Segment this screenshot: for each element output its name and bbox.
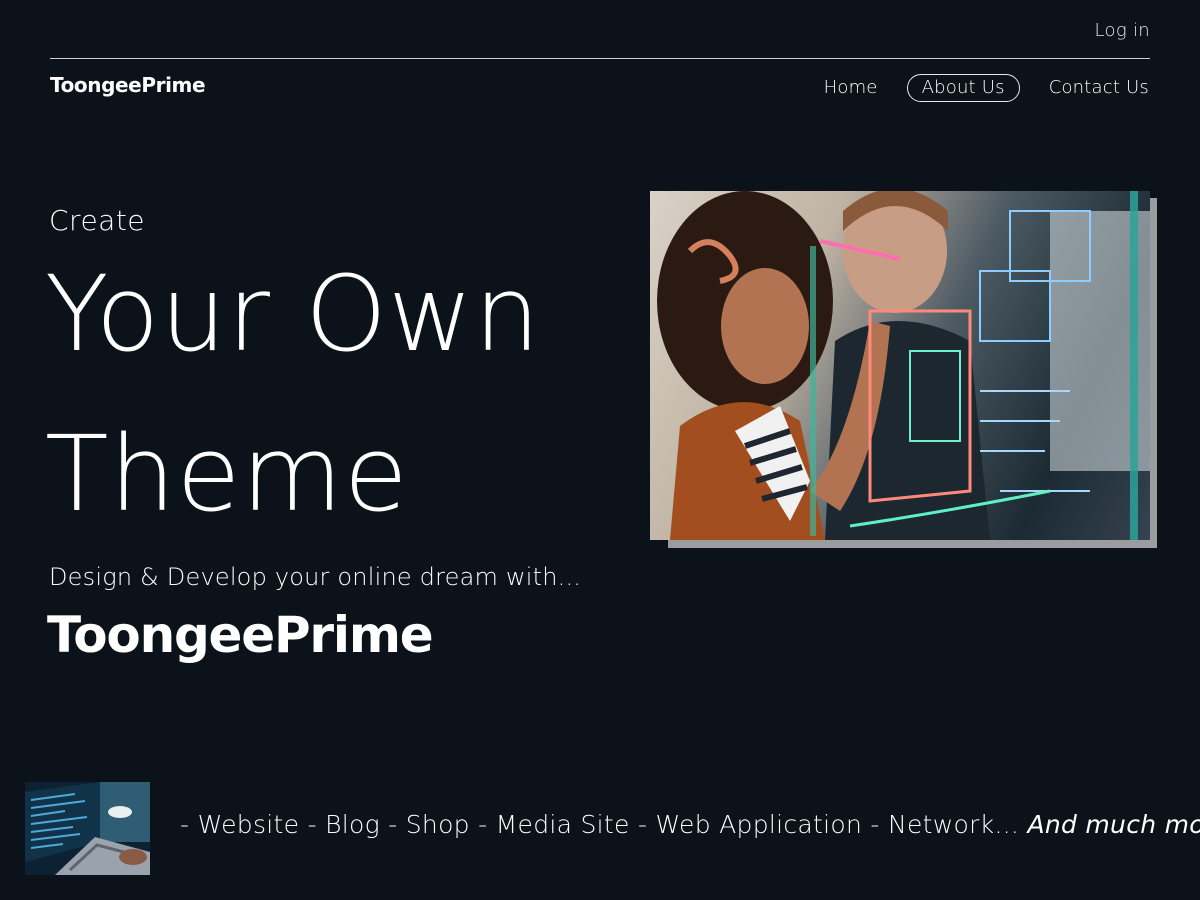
top-bar: Log in	[50, 0, 1150, 59]
laptop-code-illustration	[25, 782, 150, 875]
features-emphasis: And much more!	[1027, 810, 1200, 839]
nav-home[interactable]: Home	[809, 74, 893, 102]
nav-about-us[interactable]: About Us	[906, 74, 1020, 102]
hero-eyebrow: Create	[49, 204, 146, 237]
features-list-text: - Website - Blog - Shop - Media Site - W…	[180, 810, 1020, 839]
hero-headline-line2: Theme	[45, 413, 409, 535]
hero-photo-illustration	[657, 191, 1150, 540]
page: Log in ToongeePrime Home About Us Contac…	[0, 0, 1200, 900]
hero-tagline: Design & Develop your online dream with.…	[49, 563, 582, 591]
main-nav: Home About Us Contact Us	[795, 74, 1150, 102]
hero-headline-line1: Your Own	[45, 253, 541, 375]
nav-contact-us[interactable]: Contact Us	[1034, 74, 1150, 102]
laptop-code-photo	[25, 782, 150, 875]
people-at-glass-whiteboard-photo	[650, 191, 1150, 540]
site-logo[interactable]: ToongeePrime	[50, 73, 206, 97]
features-list: - Website - Blog - Shop - Media Site - W…	[180, 810, 1200, 839]
login-link[interactable]: Log in	[1095, 20, 1150, 41]
hero-brand: ToongeePrime	[47, 606, 434, 664]
header: ToongeePrime Home About Us Contact Us	[50, 59, 1150, 115]
hero-image-frame	[650, 191, 1157, 548]
